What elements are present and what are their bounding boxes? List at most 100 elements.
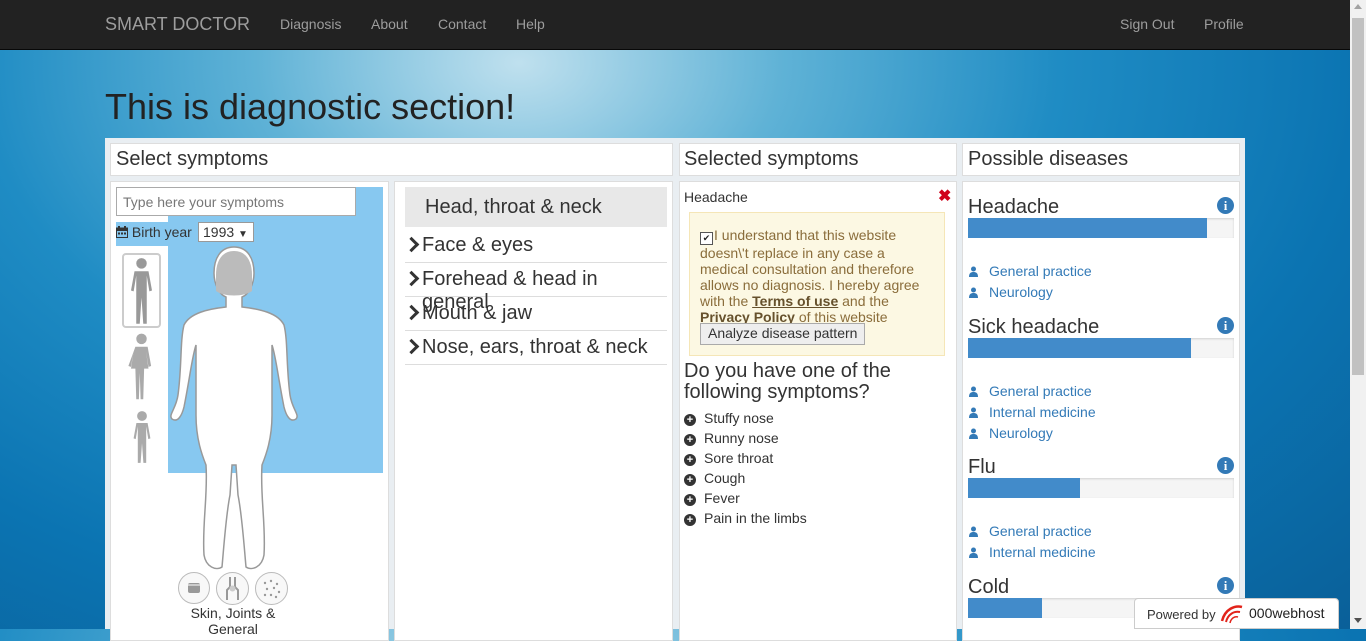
specialty-link[interactable]: Neurology [968,284,1053,300]
specialty-link[interactable]: General practice [968,383,1092,399]
doctor-icon [969,287,978,298]
calendar-icon [116,226,128,238]
suggested-symptom[interactable]: + Cough [684,470,745,486]
suggested-symptom[interactable]: + Pain in the limbs [684,510,807,526]
brand-logo[interactable]: SMART DOCTOR [105,14,250,35]
birth-year-text: Birth year [131,224,192,240]
page-title: This is diagnostic section! [105,86,516,127]
region-item-mouth-jaw[interactable]: Mouth & jaw [403,297,667,331]
specialty-link[interactable]: Internal medicine [968,404,1096,420]
suggested-symptom[interactable]: + Fever [684,490,740,506]
powered-by-text: Powered by [1147,607,1216,622]
specialty-label: General practice [989,383,1092,399]
region-item-nose-ears[interactable]: Nose, ears, throat & neck [403,331,667,365]
suggested-symptom-label: Stuffy nose [704,410,774,426]
likelihood-fill [968,598,1043,618]
region-item-forehead[interactable]: Forehead & head in general [403,263,667,313]
category-label: Skin, Joints & General [190,605,276,637]
specialty-label: General practice [989,523,1092,539]
top-navbar: SMART DOCTOR Diagnosis About Contact Hel… [0,0,1350,50]
birth-year-value: 1993 [203,224,235,240]
page-scrollbar[interactable] [1350,0,1366,629]
nav-help[interactable]: Help [516,16,545,32]
suggested-symptom-label: Runny nose [704,430,779,446]
nav-contact[interactable]: Contact [438,16,486,32]
disease-name[interactable]: Flu [968,456,996,479]
webhost-name: 000webhost [1249,605,1325,621]
chevron-right-icon [403,338,420,355]
specialty-link[interactable]: General practice [968,263,1092,279]
plus-circle-icon: + [684,414,696,426]
likelihood-fill [968,338,1192,358]
suggested-symptom[interactable]: + Sore throat [684,450,773,466]
specialty-link[interactable]: Neurology [968,425,1053,441]
analyze-disease-button[interactable]: Analyze disease pattern [700,323,865,345]
disease-name[interactable]: Sick headache [968,316,1099,339]
doctor-icon [969,266,978,277]
disease-name[interactable]: Cold [968,576,1009,599]
chevron-right-icon [403,304,420,321]
info-icon[interactable]: i [1217,457,1234,474]
remove-symptom-icon[interactable]: ✖ [938,186,951,206]
gender-male-thumbnail[interactable] [122,253,161,328]
plus-circle-icon: + [684,474,696,486]
specialty-label: Neurology [989,425,1053,441]
specialty-label: Neurology [989,284,1053,300]
likelihood-fill [968,218,1208,238]
info-icon[interactable]: i [1217,577,1234,594]
nav-about[interactable]: About [371,16,408,32]
region-active-header[interactable]: Head, throat & neck [405,187,667,227]
info-icon[interactable]: i [1217,197,1234,214]
disease-name[interactable]: Headache [968,196,1059,219]
region-item-label: Face & eyes [422,234,534,256]
specialty-link[interactable]: General practice [968,523,1092,539]
skin-category-icon[interactable] [178,572,210,604]
body-outline-figure[interactable] [168,245,300,573]
nav-profile[interactable]: Profile [1204,16,1244,32]
suggested-symptom-label: Cough [704,470,746,486]
region-item-label: Nose, ears, throat & neck [422,336,648,358]
doctor-icon [969,386,978,397]
suggested-symptom[interactable]: + Stuffy nose [684,410,774,426]
joints-category-icon[interactable] [216,572,249,605]
select-symptoms-title: Select symptoms [116,148,269,170]
birth-year-select[interactable]: 1993 ▼ [198,222,254,242]
suggested-symptom[interactable]: + Runny nose [684,430,779,446]
female-figure-icon[interactable] [124,330,159,402]
selected-symptom-headache: Headache [684,189,748,205]
plus-circle-icon: + [684,434,696,446]
nav-sign-out[interactable]: Sign Out [1120,16,1174,32]
nav-diagnosis[interactable]: Diagnosis [280,16,341,32]
disease-likelihood-bar [968,338,1234,358]
terms-of-use-link[interactable]: Terms of use [752,293,838,309]
selected-symptoms-title: Selected symptoms [684,148,859,170]
doctor-icon [969,547,978,558]
suggested-symptom-label: Pain in the limbs [704,510,807,526]
webhost-logo-icon [1220,605,1243,624]
plus-circle-icon: + [684,514,696,526]
doctor-icon [969,428,978,439]
powered-by-badge[interactable]: Powered by 000webhost [1134,598,1339,629]
doctor-icon [969,407,978,418]
follow-up-question: Do you have one of the following symptom… [684,360,891,403]
disease-likelihood-bar [968,478,1234,498]
specialty-label: General practice [989,263,1092,279]
specialty-link[interactable]: Internal medicine [968,544,1096,560]
scroll-down-icon[interactable] [1354,618,1362,623]
disclaimer-text: ✔ I understand that this website doesn\'t… [700,227,936,325]
region-active-label: Head, throat & neck [425,196,602,218]
plus-circle-icon: + [684,454,696,466]
info-icon[interactable]: i [1217,317,1234,334]
symptom-search-input[interactable] [116,187,356,216]
region-item-face-eyes[interactable]: Face & eyes [403,229,667,263]
child-figure-icon[interactable] [128,406,156,468]
scroll-up-icon[interactable] [1354,4,1362,9]
agree-checkbox[interactable]: ✔ [700,232,713,245]
specialty-label: Internal medicine [989,544,1096,560]
scroll-thumb[interactable] [1352,18,1364,375]
chevron-right-icon [403,236,420,253]
general-category-icon[interactable] [255,572,288,605]
male-figure-icon [131,258,152,324]
region-item-label: Mouth & jaw [422,302,533,324]
specialty-label: Internal medicine [989,404,1096,420]
